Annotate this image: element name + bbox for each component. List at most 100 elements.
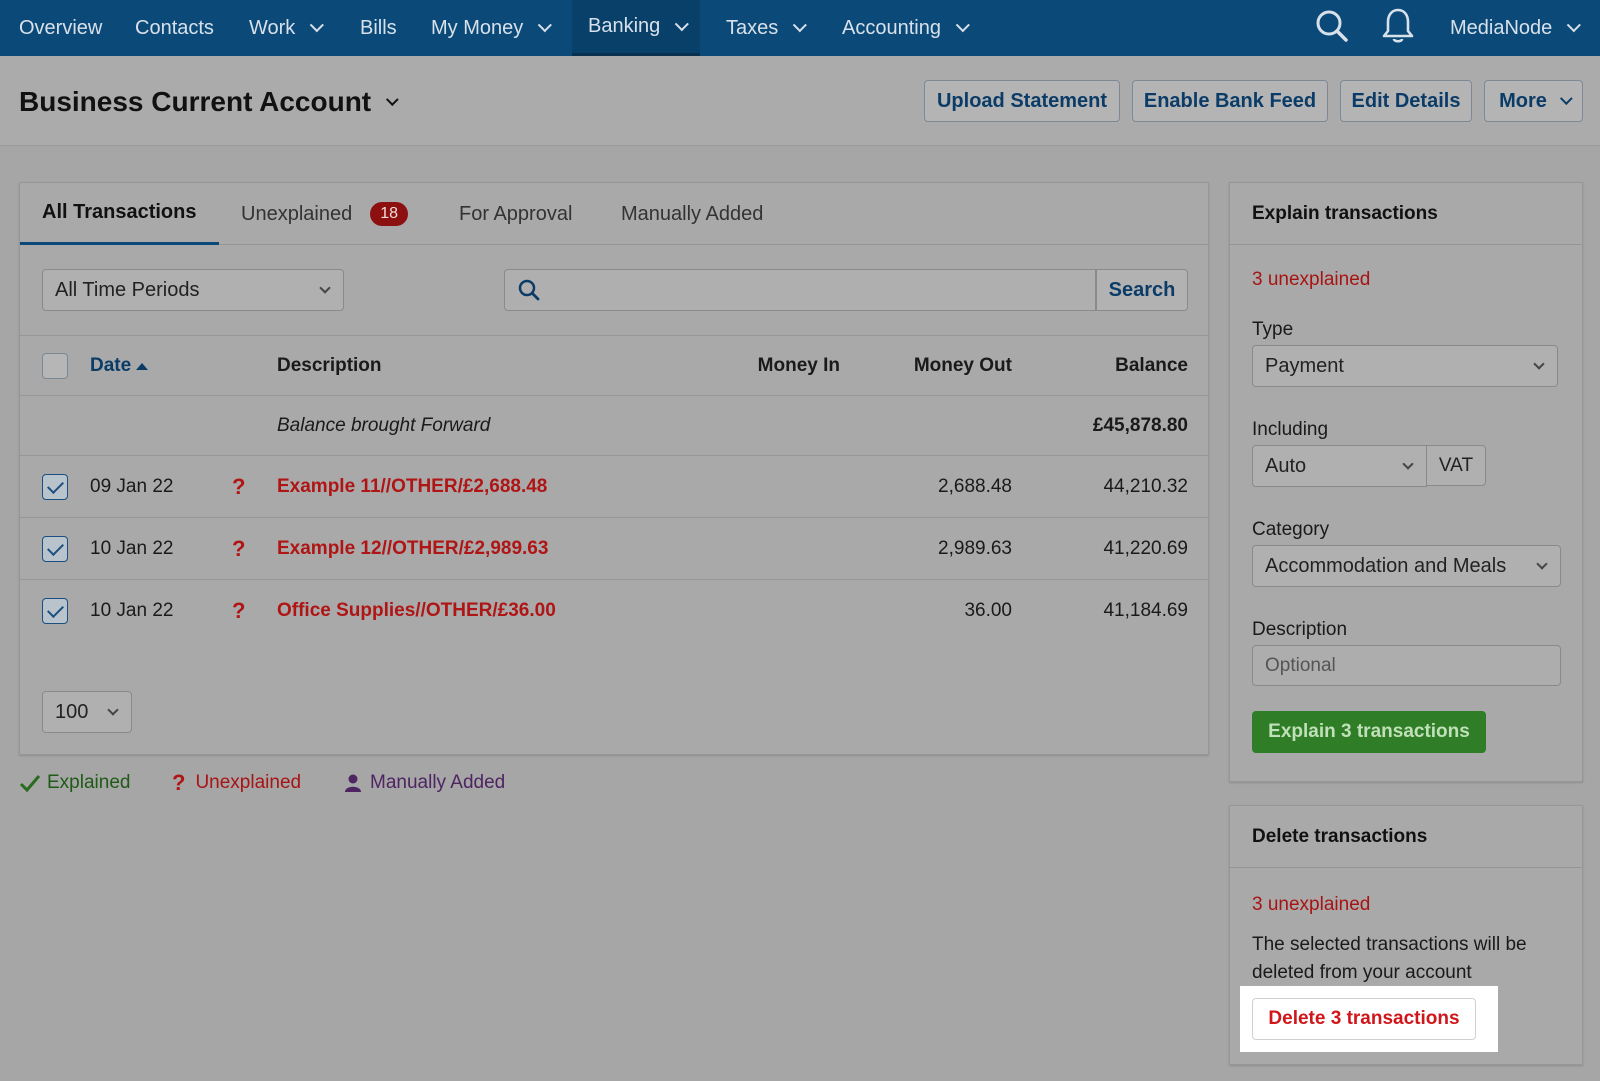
- delete-transactions-button[interactable]: Delete 3 transactions: [1252, 998, 1476, 1040]
- chevron-down-icon: [1559, 91, 1573, 105]
- row-checkbox[interactable]: [42, 598, 68, 624]
- nav-overview[interactable]: Overview: [19, 0, 102, 56]
- account-selector[interactable]: Business Current Account: [19, 86, 399, 118]
- chevron-down-icon: [386, 92, 399, 106]
- nav-label: Work: [249, 16, 296, 39]
- nav-label: Taxes: [726, 16, 779, 39]
- search-button[interactable]: Search: [1096, 269, 1188, 311]
- column-label: Date: [90, 354, 132, 376]
- unexplained-icon: ?: [232, 473, 246, 499]
- row-balance: 44,210.32: [1103, 475, 1188, 497]
- page-title: Business Current Account: [19, 86, 372, 117]
- chevron-down-icon: [107, 704, 119, 716]
- page-size-select[interactable]: 100: [42, 691, 132, 733]
- type-select[interactable]: Payment: [1252, 345, 1558, 387]
- date-sort-header[interactable]: Date: [90, 336, 149, 395]
- tab-label: All Transactions: [42, 201, 197, 223]
- type-label: Type: [1252, 319, 1294, 340]
- enable-bank-feed-button[interactable]: Enable Bank Feed: [1132, 80, 1328, 122]
- user-name: MediaNode: [1450, 16, 1553, 39]
- more-button[interactable]: More: [1484, 80, 1583, 122]
- category-select[interactable]: Accommodation and Meals: [1252, 545, 1561, 587]
- tab-label: Unexplained: [241, 202, 353, 225]
- row-date: 10 Jan 22: [90, 537, 174, 559]
- table-header: Date Description Money In Money Out Bala…: [20, 335, 1208, 396]
- including-select[interactable]: Auto: [1252, 445, 1427, 487]
- row-balance: 41,184.69: [1103, 600, 1188, 621]
- row-checkbox[interactable]: [42, 536, 68, 562]
- category-label: Category: [1252, 519, 1330, 540]
- nav-label: Overview: [19, 16, 103, 39]
- nav-work[interactable]: Work: [249, 0, 325, 56]
- row-description-link[interactable]: Example 12//OTHER/£2,989.63: [277, 518, 548, 579]
- select-all-checkbox[interactable]: [42, 353, 68, 379]
- money-in-header: Money In: [757, 354, 840, 376]
- edit-details-button[interactable]: Edit Details: [1340, 80, 1472, 122]
- tab-manually-added[interactable]: Manually Added: [621, 183, 763, 245]
- row-date: 09 Jan 22: [90, 475, 174, 497]
- description-header: Description: [277, 354, 382, 376]
- table-row[interactable]: 09 Jan 22 ? Example 11//OTHER/£2,688.48 …: [20, 456, 1208, 518]
- explain-transactions-button[interactable]: Explain 3 transactions: [1252, 711, 1486, 753]
- legend-unexplained: ? Unexplained: [172, 768, 301, 798]
- check-icon: [19, 775, 41, 793]
- money-out-header: Money Out: [913, 354, 1012, 376]
- select-value: 100: [55, 700, 89, 723]
- nav-bills[interactable]: Bills: [360, 0, 397, 56]
- user-menu[interactable]: MediaNode: [1450, 0, 1582, 56]
- nav-label: Banking: [588, 15, 661, 37]
- nav-label: Accounting: [842, 16, 941, 39]
- nav-label: My Money: [431, 16, 524, 39]
- nav-contacts[interactable]: Contacts: [135, 0, 214, 56]
- unexplained-count: 3 unexplained: [1252, 894, 1371, 915]
- question-icon: ?: [172, 770, 186, 795]
- more-label: More: [1499, 89, 1547, 112]
- vat-addon: VAT: [1426, 445, 1486, 486]
- tab-label: Manually Added: [621, 202, 764, 225]
- unexplained-count: 3 unexplained: [1252, 269, 1371, 290]
- unexplained-icon: ?: [232, 535, 246, 561]
- balance-forward-amount: £45,878.80: [1092, 414, 1188, 436]
- unexplained-count-badge: 18: [370, 202, 408, 226]
- search-icon[interactable]: [1314, 8, 1350, 44]
- transactions-panel: All Transactions Unexplained 18 For Appro…: [19, 182, 1209, 755]
- chevron-down-icon: [538, 18, 553, 33]
- explain-transactions-panel: Explain transactions 3 unexplained Type …: [1229, 182, 1583, 782]
- chevron-down-icon: [310, 18, 325, 33]
- delete-message-line-2: deleted from your account: [1252, 962, 1472, 983]
- bell-icon[interactable]: [1380, 6, 1416, 46]
- select-value: Auto: [1265, 454, 1307, 477]
- input-placeholder: Optional: [1265, 654, 1336, 676]
- legend-manually-added: Manually Added: [344, 768, 505, 798]
- nav-accounting[interactable]: Accounting: [842, 0, 970, 56]
- nav-taxes[interactable]: Taxes: [726, 0, 808, 56]
- time-period-select[interactable]: All Time Periods: [42, 269, 344, 311]
- table-row[interactable]: 10 Jan 22 ? Office Supplies//OTHER/£36.0…: [20, 580, 1208, 642]
- tab-for-approval[interactable]: For Approval: [459, 183, 572, 245]
- row-date: 10 Jan 22: [90, 600, 174, 621]
- row-money-out: 2,688.48: [938, 475, 1012, 497]
- nav-banking[interactable]: Banking: [572, 0, 701, 56]
- person-icon: [345, 774, 361, 792]
- upload-statement-button[interactable]: Upload Statement: [924, 80, 1120, 122]
- tab-label: For Approval: [459, 202, 573, 225]
- chevron-down-icon: [955, 18, 970, 33]
- search-input[interactable]: [504, 269, 1096, 311]
- tab-all-transactions[interactable]: All Transactions: [20, 183, 219, 245]
- nav-my-money[interactable]: My Money: [431, 0, 553, 56]
- balance-forward-row: Balance brought Forward £45,878.80: [20, 396, 1208, 456]
- top-nav: Overview Contacts Work Bills My Money Ba…: [0, 0, 1600, 56]
- row-description-link[interactable]: Office Supplies//OTHER/£36.00: [277, 580, 556, 642]
- description-input[interactable]: Optional: [1252, 645, 1561, 686]
- nav-label: Bills: [360, 16, 397, 39]
- row-description-link[interactable]: Example 11//OTHER/£2,688.48: [277, 456, 547, 517]
- table-row[interactable]: 10 Jan 22 ? Example 12//OTHER/£2,989.63 …: [20, 518, 1208, 580]
- legend-label: Unexplained: [195, 772, 302, 793]
- nav-label: Contacts: [135, 16, 214, 39]
- tab-bar: All Transactions Unexplained 18 For Appro…: [20, 183, 1208, 245]
- tab-unexplained[interactable]: Unexplained 18: [241, 183, 408, 245]
- row-checkbox[interactable]: [42, 474, 68, 500]
- legend-label: Manually Added: [370, 772, 506, 793]
- select-value: Payment: [1265, 354, 1344, 377]
- description-label: Description: [1252, 619, 1348, 640]
